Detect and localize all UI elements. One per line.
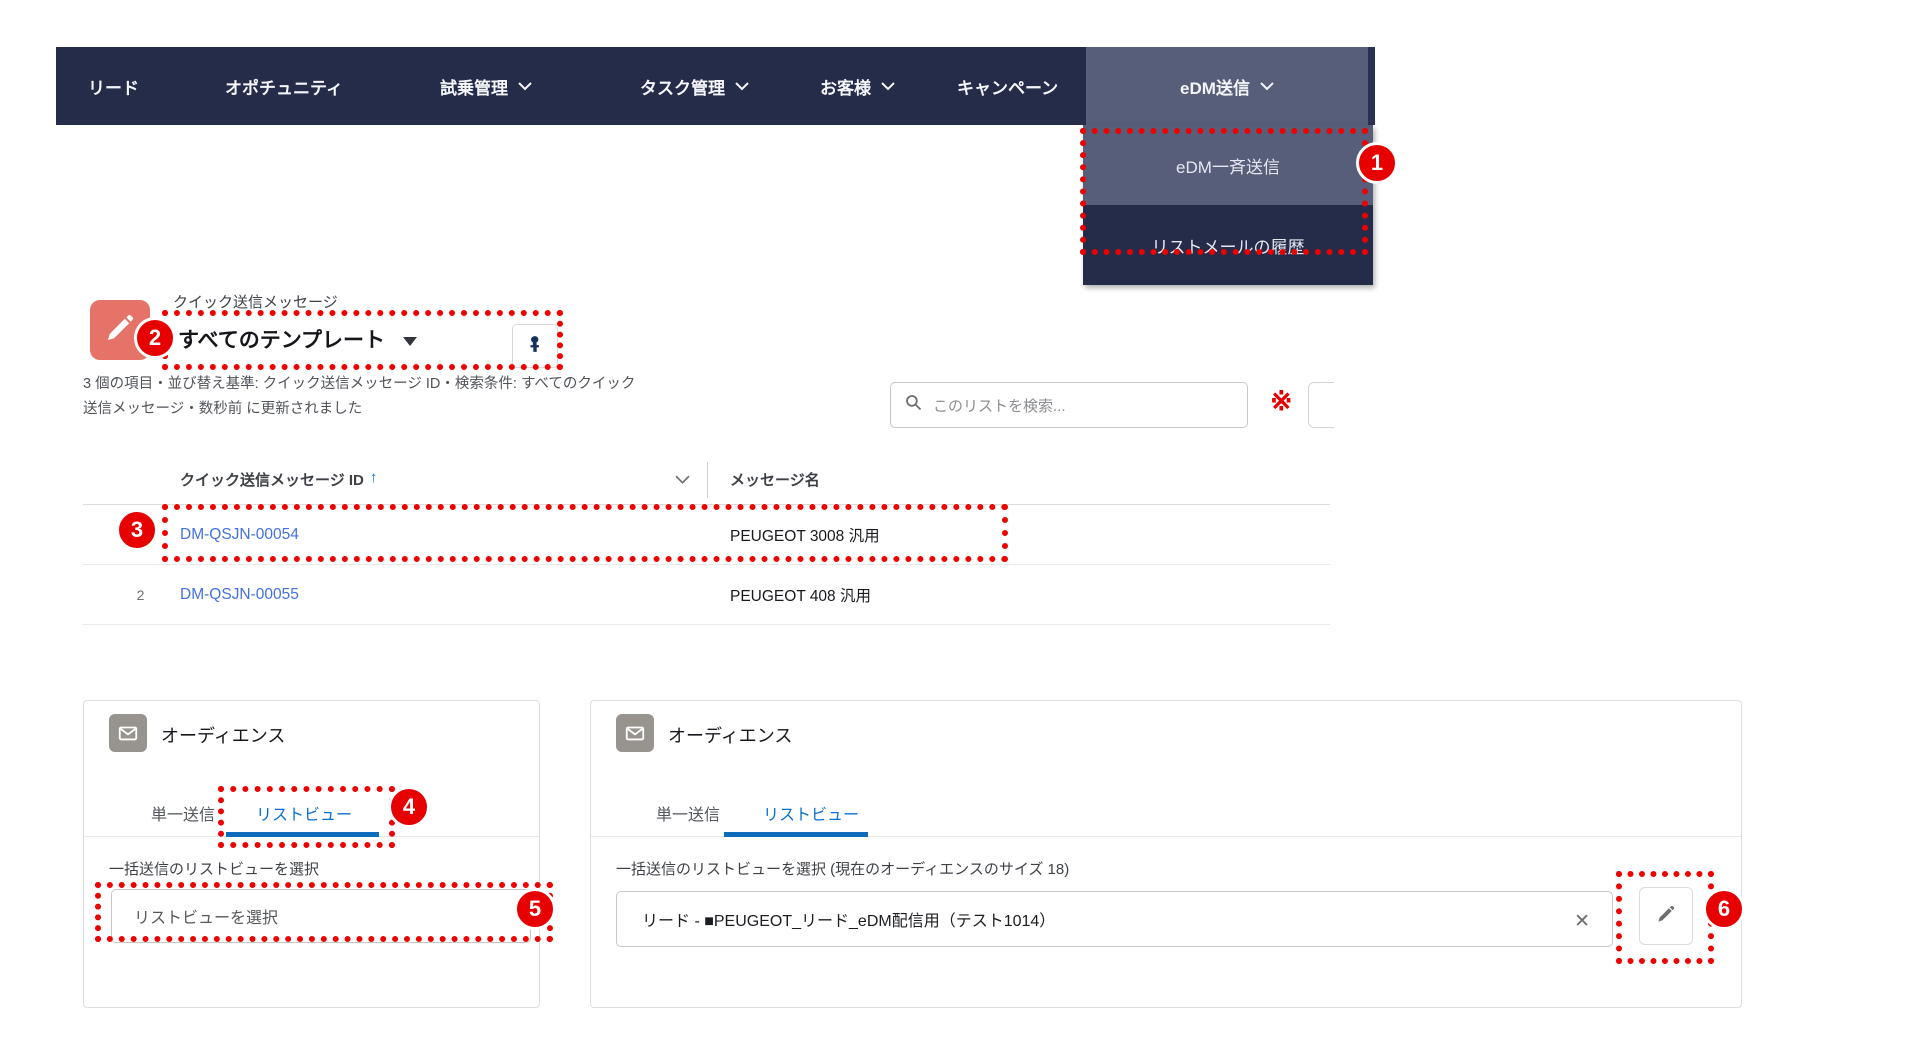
pencil-icon bbox=[1656, 904, 1676, 929]
listview-select-label: 一括送信のリストビューを選択 (現在のオーディエンスのサイズ 18) bbox=[616, 858, 1069, 879]
top-navigation-bar: リード オポチュニティ 試乗管理 タスク管理 お客様 キャンペーン eDM送信 bbox=[56, 47, 1375, 125]
tab-list-view[interactable]: リストビュー bbox=[763, 789, 859, 836]
tab-bar: 単一送信 リストビュー bbox=[84, 789, 539, 837]
table-header-row: クイック送信メッセージ ID ↑ メッセージ名 bbox=[83, 455, 1330, 505]
active-tab-underline bbox=[724, 832, 868, 837]
menu-item-list-email-history[interactable]: リストメールの履歴 bbox=[1083, 205, 1373, 285]
tab-single-send[interactable]: 単一送信 bbox=[151, 789, 215, 836]
list-view-summary: 3 個の項目・並び替え基準: クイック送信メッセージ ID・検索条件: すべての… bbox=[83, 372, 635, 422]
pushpin-icon bbox=[526, 335, 544, 358]
column-divider bbox=[707, 462, 708, 498]
search-placeholder: このリストを検索... bbox=[933, 395, 1066, 416]
menu-item-edm-bulk-send[interactable]: eDM一斉送信 bbox=[1083, 125, 1373, 205]
active-tab-underline bbox=[226, 832, 379, 837]
listview-select-label: 一括送信のリストビューを選択 bbox=[109, 858, 319, 879]
record-id-link[interactable]: DM-QSJN-00055 bbox=[180, 565, 299, 624]
audience-card-right: オーディエンス 単一送信 リストビュー 一括送信のリストビューを選択 (現在のオ… bbox=[590, 700, 1742, 1008]
edm-send-dropdown-menu: eDM一斉送信 リストメールの履歴 bbox=[1083, 125, 1373, 285]
entity-label: クイック送信メッセージ bbox=[173, 291, 338, 312]
cropped-toolbar-button-fragment bbox=[1308, 382, 1334, 428]
message-name-cell: PEUGEOT 3008 汎用 bbox=[730, 505, 880, 564]
column-menu-chevron-icon[interactable] bbox=[675, 472, 690, 490]
column-header-quick-message-id[interactable]: クイック送信メッセージ ID ↑ bbox=[180, 455, 377, 504]
nav-item-opportunities[interactable]: オポチュニティ bbox=[225, 47, 343, 125]
tab-list-view[interactable]: リストビュー bbox=[256, 789, 352, 836]
audience-email-icon bbox=[109, 714, 147, 752]
tab-single-send[interactable]: 単一送信 bbox=[656, 789, 720, 836]
message-name-cell: PEUGEOT 408 汎用 bbox=[730, 565, 871, 624]
nav-item-customers[interactable]: お客様 bbox=[820, 47, 895, 125]
pin-list-view-button[interactable] bbox=[512, 324, 558, 368]
chevron-down-icon bbox=[881, 82, 895, 91]
audience-email-icon bbox=[616, 714, 654, 752]
edit-listview-button[interactable] bbox=[1639, 887, 1693, 945]
note-asterisk-mark: ※ bbox=[1270, 386, 1293, 417]
card-title: オーディエンス bbox=[668, 722, 792, 748]
caret-down-icon bbox=[403, 337, 417, 346]
record-id-link[interactable]: DM-QSJN-00054 bbox=[180, 505, 299, 564]
selected-listview-field[interactable]: リード - ■PEUGEOT_リード_eDM配信用（テスト1014） ✕ bbox=[616, 891, 1613, 947]
quick-text-object-icon bbox=[90, 300, 150, 360]
search-input[interactable]: このリストを検索... bbox=[890, 382, 1248, 428]
chevron-down-icon bbox=[518, 82, 532, 91]
chevron-down-icon bbox=[735, 82, 749, 91]
clear-selection-icon[interactable]: ✕ bbox=[1570, 906, 1594, 937]
nav-item-tasks[interactable]: タスク管理 bbox=[640, 47, 749, 125]
table-row[interactable]: DM-QSJN-00054 PEUGEOT 3008 汎用 bbox=[83, 505, 1330, 565]
table-row[interactable]: 2 DM-QSJN-00055 PEUGEOT 408 汎用 bbox=[83, 565, 1330, 625]
list-view-selector[interactable]: すべてのテンプレート bbox=[178, 324, 417, 354]
nav-item-leads[interactable]: リード bbox=[88, 47, 139, 125]
listview-select[interactable]: リストビューを選択 bbox=[111, 889, 531, 943]
pencil-icon bbox=[104, 312, 136, 349]
column-header-message-name[interactable]: メッセージ名 bbox=[730, 455, 820, 504]
nav-item-edm-send-active[interactable]: eDM送信 bbox=[1086, 47, 1375, 125]
tab-bar: 単一送信 リストビュー bbox=[591, 789, 1741, 837]
chevron-down-icon bbox=[1260, 82, 1274, 91]
nav-item-campaigns[interactable]: キャンペーン bbox=[957, 47, 1058, 125]
nav-item-test-drive[interactable]: 試乗管理 bbox=[440, 47, 532, 125]
search-icon bbox=[905, 394, 922, 416]
sort-asc-icon: ↑ bbox=[370, 469, 378, 486]
audience-card-left: オーディエンス 単一送信 リストビュー 一括送信のリストビューを選択 リストビュ… bbox=[83, 700, 540, 1008]
list-view-name[interactable]: すべてのテンプレート bbox=[178, 324, 385, 354]
card-title: オーディエンス bbox=[161, 722, 285, 748]
